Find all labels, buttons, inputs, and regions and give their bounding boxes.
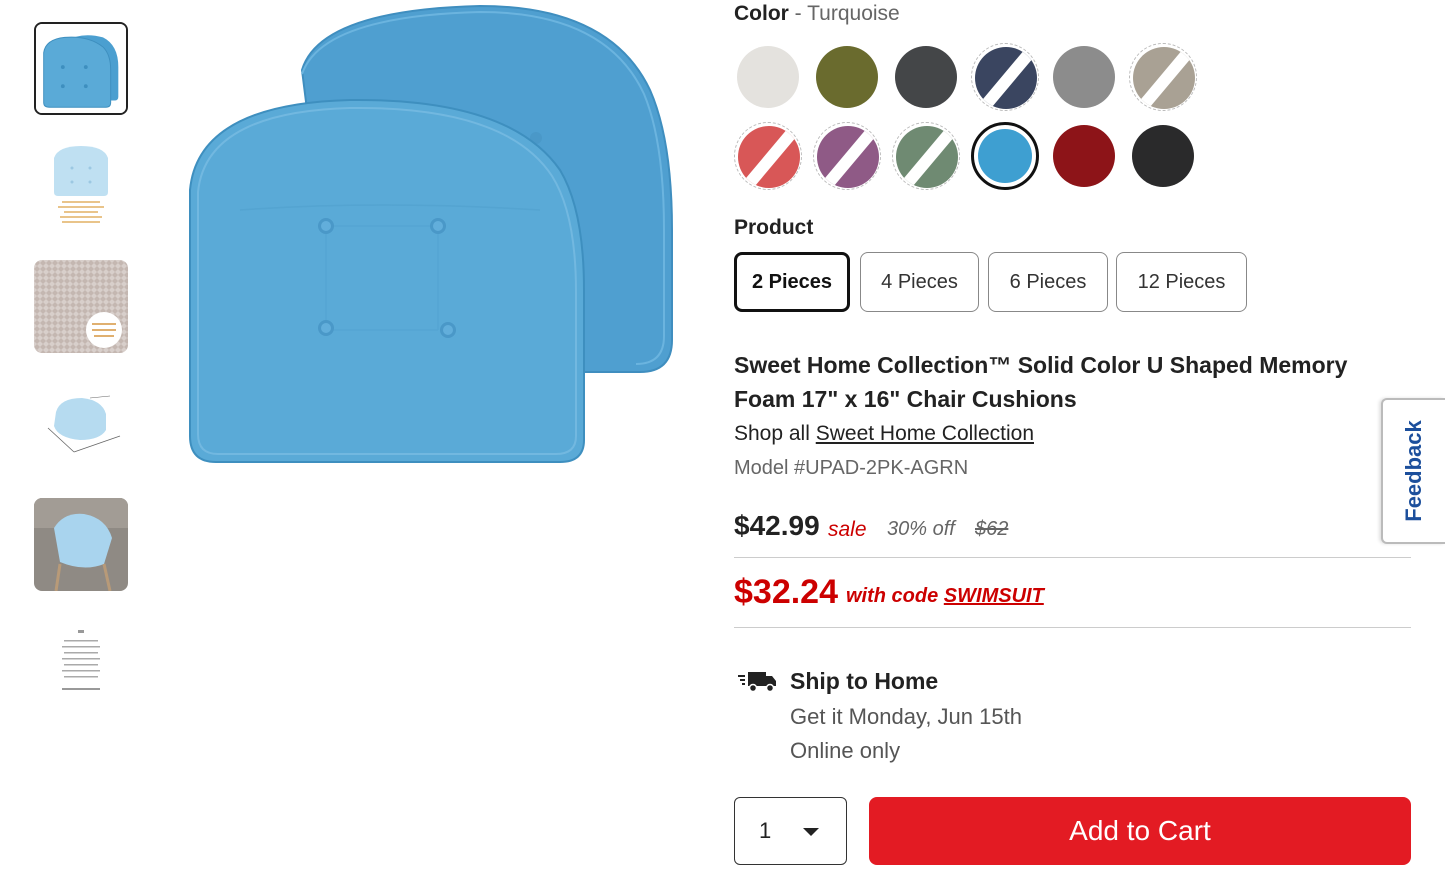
chevron-down-icon <box>803 828 819 836</box>
thumbnail-on-chair[interactable] <box>34 498 128 591</box>
promo-price: $32.24 <box>734 573 838 611</box>
price-divider <box>734 557 1411 558</box>
unavailable-slash-icon <box>975 47 1037 109</box>
feedback-tab[interactable]: Feedback <box>1381 398 1445 544</box>
ship-date: Get it Monday, Jun 15th <box>790 704 1022 729</box>
color-swatch-10[interactable] <box>971 122 1039 190</box>
ship-availability: Online only <box>790 738 901 763</box>
thumbnail-dimensions[interactable] <box>34 378 128 471</box>
product-option-3[interactable]: 6 Pieces <box>988 252 1108 312</box>
color-swatch-5[interactable] <box>1050 43 1118 111</box>
swatch-color-dot <box>896 126 958 188</box>
thumbnail-non-slip-backing[interactable] <box>34 260 128 353</box>
swatch-color-dot <box>1053 46 1115 108</box>
color-swatch-4[interactable] <box>971 43 1039 111</box>
color-selected-line: Color - Turquoise <box>734 2 900 26</box>
promo-prefix: with code <box>846 585 944 607</box>
color-separator: - <box>788 2 808 25</box>
shop-all-prefix: Shop all <box>734 422 816 445</box>
quantity-value: 1 <box>759 818 772 843</box>
thumbnail-product-info[interactable] <box>34 618 128 711</box>
promo-text: with code SWIMSUIT <box>846 585 1044 608</box>
swatch-color-dot <box>975 47 1037 109</box>
add-to-cart-button[interactable]: Add to Cart <box>869 797 1411 865</box>
brand-link[interactable]: Sweet Home Collection <box>816 422 1034 445</box>
unavailable-slash-icon <box>1133 47 1195 109</box>
product-title: Sweet Home Collection™ Solid Color U Sha… <box>734 352 1348 412</box>
color-swatch-11[interactable] <box>1050 122 1118 190</box>
color-swatch-8[interactable] <box>813 122 881 190</box>
price-row: $42.99 sale 30% off $62 <box>734 510 1414 550</box>
color-swatch-6[interactable] <box>1129 43 1197 111</box>
color-swatch-9[interactable] <box>892 122 960 190</box>
color-selected-value: Turquoise <box>807 2 900 25</box>
shop-all-line: Shop all Sweet Home Collection <box>734 422 1034 446</box>
feedback-label: Feedback <box>1401 420 1426 522</box>
swatch-color-dot <box>816 46 878 108</box>
product-option-label: Product <box>734 216 814 239</box>
color-label: Color <box>734 2 789 25</box>
product-option-2[interactable]: 4 Pieces <box>860 252 979 312</box>
color-swatch-2[interactable] <box>813 43 881 111</box>
truck-icon <box>738 672 776 693</box>
thumbnail-cushion-pair[interactable] <box>34 22 128 115</box>
sale-label: sale <box>828 518 867 541</box>
swatch-color-dot <box>737 46 799 108</box>
color-swatch-12[interactable] <box>1129 122 1197 190</box>
color-swatch-7[interactable] <box>734 122 802 190</box>
original-price: $62 <box>975 518 1009 540</box>
swatch-color-dot <box>978 129 1032 183</box>
swatch-color-dot <box>1053 125 1115 187</box>
color-swatch-1[interactable] <box>734 43 802 111</box>
model-number: Model #UPAD-2PK-AGRN <box>734 457 969 479</box>
ship-to-home-title: Ship to Home <box>790 668 939 694</box>
swatch-color-dot <box>1132 125 1194 187</box>
main-product-image[interactable] <box>180 0 680 470</box>
unavailable-slash-icon <box>817 126 879 188</box>
color-swatch-3[interactable] <box>892 43 960 111</box>
swatch-color-dot <box>895 46 957 108</box>
swatch-color-dot <box>1133 47 1195 109</box>
quantity-select[interactable]: 1 <box>734 797 847 865</box>
product-option-4[interactable]: 12 Pieces <box>1116 252 1247 312</box>
swatch-color-dot <box>738 126 800 188</box>
promo-divider <box>734 627 1411 628</box>
thumbnail-cushion-features[interactable] <box>34 138 128 231</box>
unavailable-slash-icon <box>738 126 800 188</box>
promo-code-link[interactable]: SWIMSUIT <box>944 585 1044 607</box>
swatch-color-dot <box>817 126 879 188</box>
unavailable-slash-icon <box>896 126 958 188</box>
sale-price: $42.99 <box>734 510 820 541</box>
discount-label: 30% off <box>887 518 955 540</box>
product-option-1[interactable]: 2 Pieces <box>734 252 850 312</box>
